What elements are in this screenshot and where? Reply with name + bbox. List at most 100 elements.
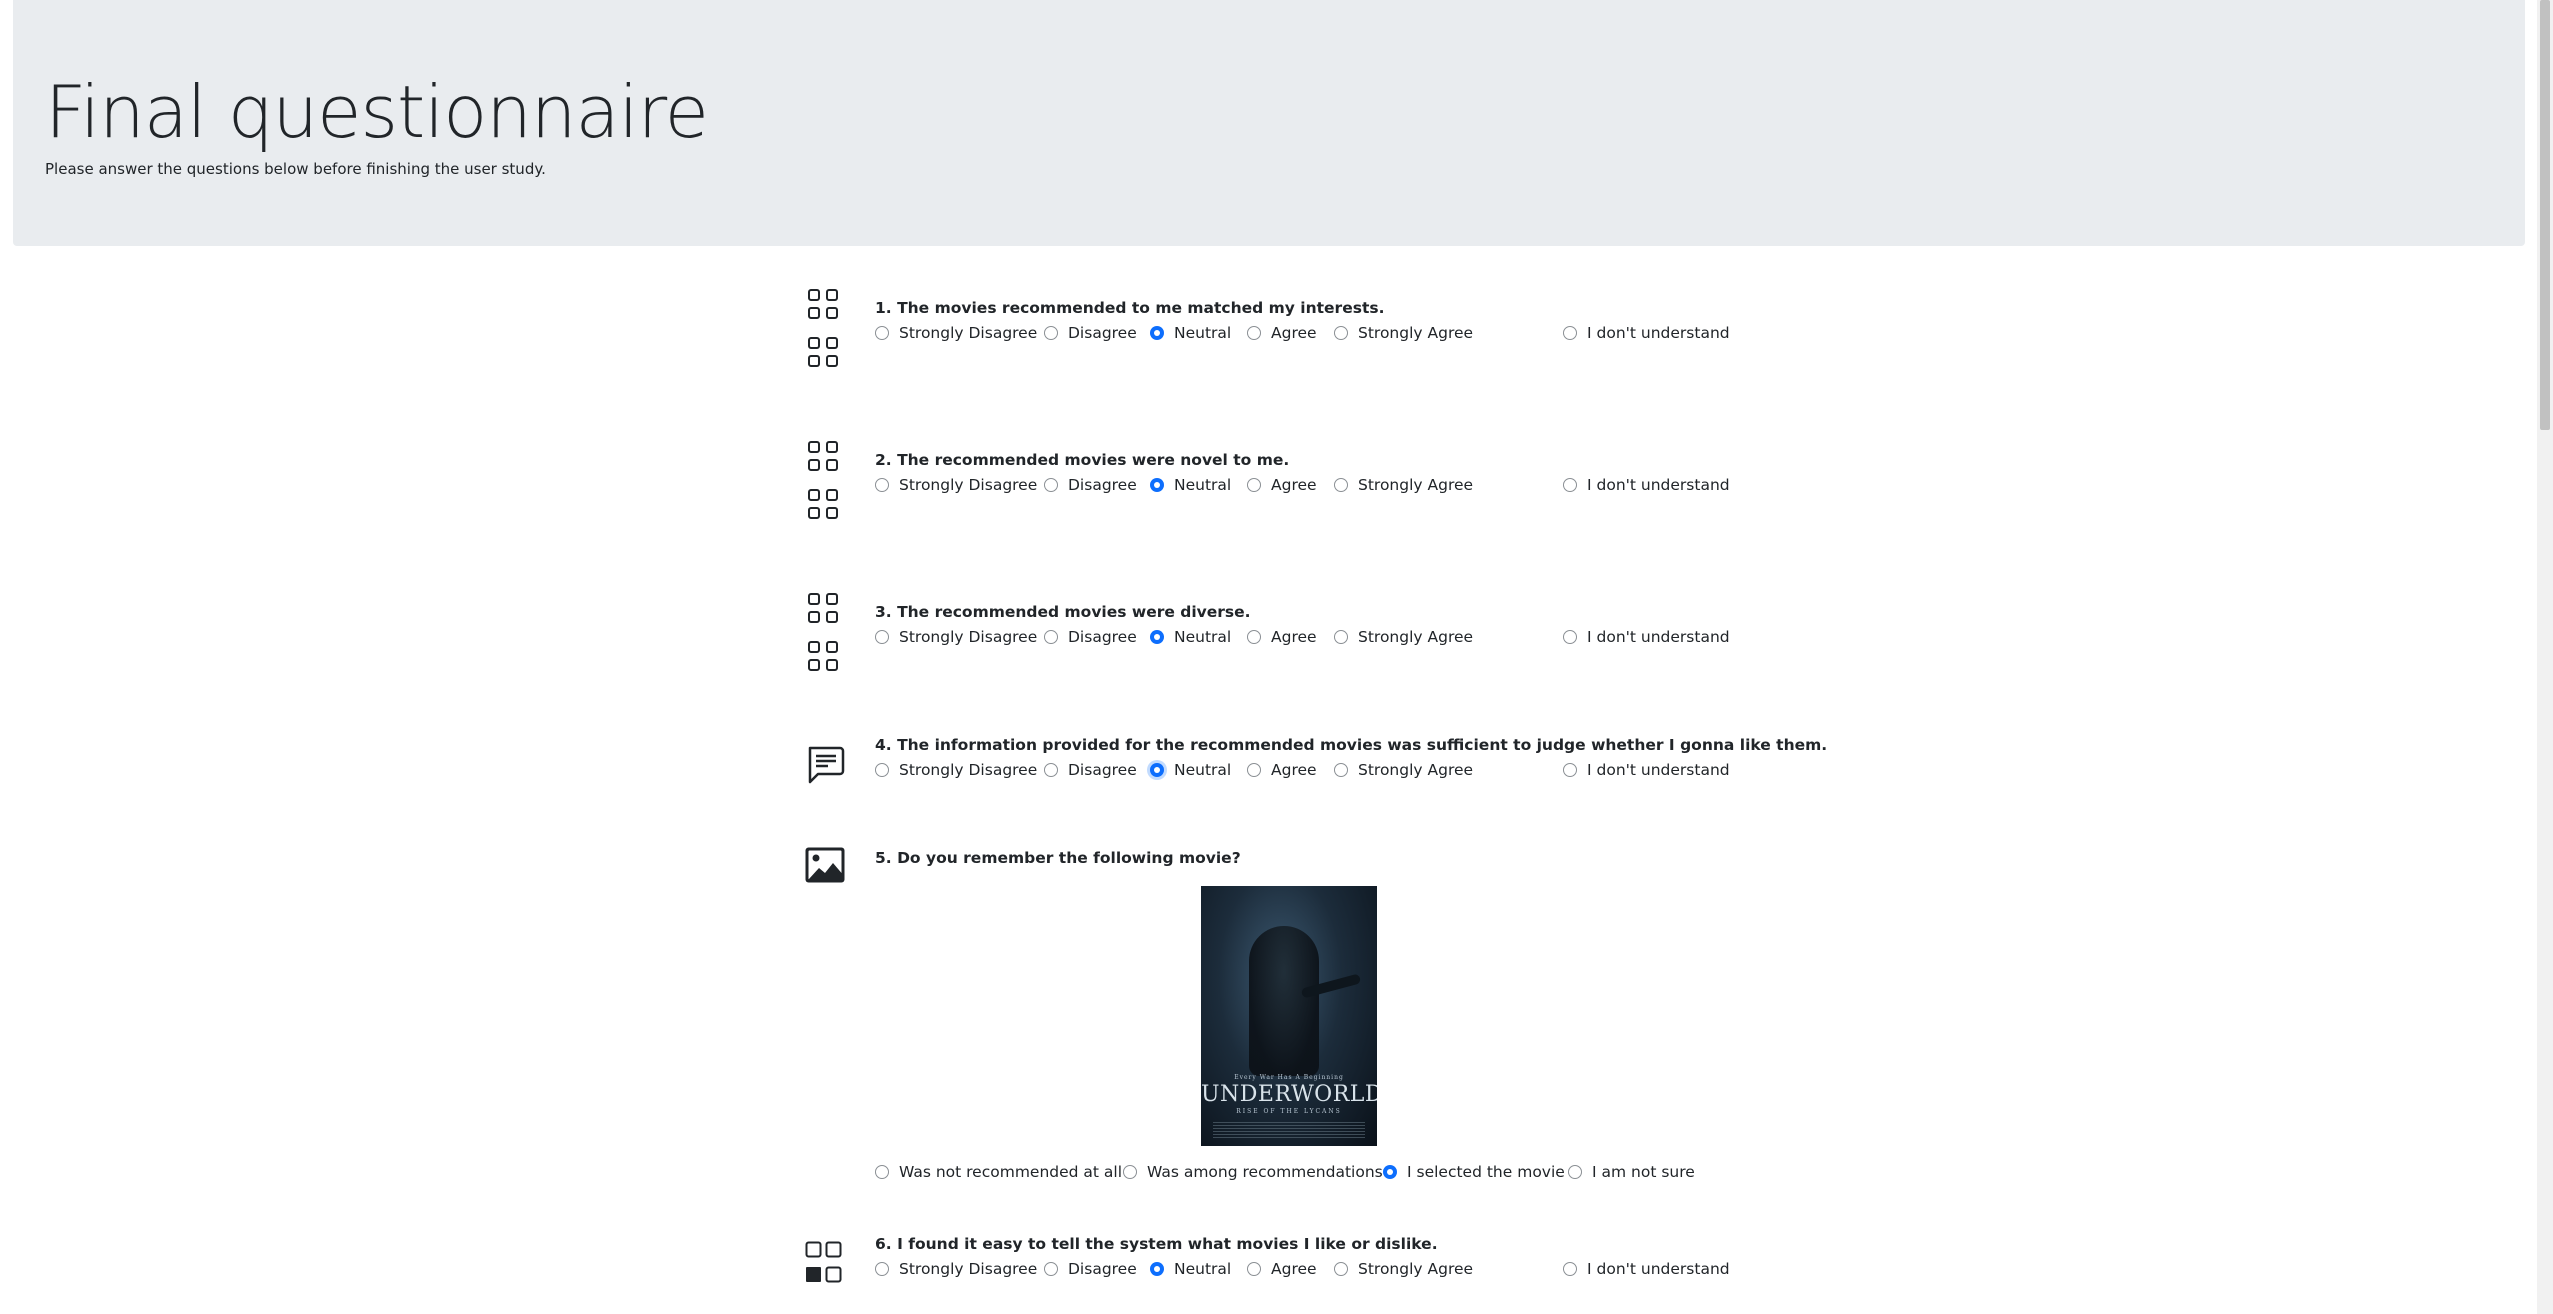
- option-label: Strongly Agree: [1358, 324, 1474, 342]
- movie-poster: Every War Has A Beginning UNDERWORLD RIS…: [1201, 886, 1377, 1146]
- radio-button[interactable]: [875, 478, 889, 492]
- radio-button[interactable]: [875, 630, 889, 644]
- grid-icon: [804, 289, 844, 373]
- option-strongly-agree[interactable]: Strongly Agree: [1334, 1260, 1473, 1278]
- option-agree[interactable]: Agree: [1247, 476, 1317, 494]
- scrollbar[interactable]: [2537, 0, 2553, 1314]
- option-neutral[interactable]: Neutral: [1150, 628, 1231, 646]
- radio-button[interactable]: [1563, 630, 1577, 644]
- option-disagree[interactable]: Disagree: [1044, 761, 1137, 779]
- option-agree[interactable]: Agree: [1247, 1260, 1317, 1278]
- option-among-recommendations[interactable]: Was among recommendations: [1123, 1163, 1383, 1181]
- radio-button[interactable]: [1044, 326, 1058, 340]
- option-label: Disagree: [1068, 628, 1137, 646]
- radio-button-selected[interactable]: [1150, 478, 1164, 492]
- option-label: Agree: [1271, 1260, 1317, 1278]
- grid-icon: [804, 593, 844, 677]
- option-strongly-agree[interactable]: Strongly Agree: [1334, 324, 1473, 342]
- radio-button[interactable]: [1044, 630, 1058, 644]
- option-not-recommended[interactable]: Was not recommended at all: [875, 1163, 1122, 1181]
- radio-button[interactable]: [1568, 1165, 1582, 1179]
- option-label: Neutral: [1174, 761, 1232, 779]
- radio-button[interactable]: [1247, 630, 1261, 644]
- option-neutral[interactable]: Neutral: [1150, 1260, 1231, 1278]
- radio-button-selected[interactable]: [1383, 1165, 1397, 1179]
- radio-button[interactable]: [1563, 763, 1577, 777]
- radio-button-selected[interactable]: [1150, 763, 1164, 777]
- option-dont-understand[interactable]: I don't understand: [1563, 1260, 1730, 1278]
- option-agree[interactable]: Agree: [1247, 761, 1317, 779]
- radio-button[interactable]: [1044, 478, 1058, 492]
- option-disagree[interactable]: Disagree: [1044, 1260, 1137, 1278]
- option-label: I don't understand: [1587, 324, 1730, 342]
- option-dont-understand[interactable]: I don't understand: [1563, 324, 1730, 342]
- option-disagree[interactable]: Disagree: [1044, 324, 1137, 342]
- option-label: Disagree: [1068, 761, 1137, 779]
- radio-button[interactable]: [1334, 630, 1348, 644]
- radio-button[interactable]: [1334, 1262, 1348, 1276]
- radio-button[interactable]: [1334, 763, 1348, 777]
- option-neutral[interactable]: Neutral: [1150, 476, 1231, 494]
- option-agree[interactable]: Agree: [1247, 324, 1317, 342]
- radio-button[interactable]: [1247, 478, 1261, 492]
- option-strongly-disagree[interactable]: Strongly Disagree: [875, 476, 1037, 494]
- option-disagree[interactable]: Disagree: [1044, 476, 1137, 494]
- option-agree[interactable]: Agree: [1247, 628, 1317, 646]
- question-title: 2. The recommended movies were novel to …: [875, 451, 1290, 469]
- radio-button-selected[interactable]: [1150, 326, 1164, 340]
- option-label: Neutral: [1174, 628, 1232, 646]
- option-label: Disagree: [1068, 1260, 1137, 1278]
- radio-button[interactable]: [1563, 326, 1577, 340]
- option-label: Agree: [1271, 628, 1317, 646]
- option-not-sure[interactable]: I am not sure: [1568, 1163, 1695, 1181]
- option-neutral[interactable]: Neutral: [1150, 324, 1231, 342]
- option-label: Neutral: [1174, 324, 1232, 342]
- radio-button-selected[interactable]: [1150, 1262, 1164, 1276]
- radio-button[interactable]: [1123, 1165, 1137, 1179]
- poster-credits: [1213, 1120, 1365, 1138]
- option-label: I am not sure: [1592, 1163, 1695, 1181]
- option-label: Strongly Agree: [1358, 628, 1474, 646]
- option-strongly-disagree[interactable]: Strongly Disagree: [875, 761, 1037, 779]
- radio-button[interactable]: [1563, 1262, 1577, 1276]
- option-dont-understand[interactable]: I don't understand: [1563, 628, 1730, 646]
- option-label: I don't understand: [1587, 628, 1730, 646]
- question-3: 3. The recommended movies were diverse. …: [0, 0, 2553, 671]
- option-label: Strongly Agree: [1358, 761, 1474, 779]
- radio-button[interactable]: [875, 763, 889, 777]
- option-label: Neutral: [1174, 476, 1232, 494]
- page-subtitle: Please answer the questions below before…: [45, 160, 546, 178]
- option-label: Agree: [1271, 476, 1317, 494]
- option-strongly-agree[interactable]: Strongly Agree: [1334, 761, 1473, 779]
- scrollbar-thumb[interactable]: [2540, 0, 2550, 430]
- option-neutral[interactable]: Neutral: [1150, 761, 1231, 779]
- radio-button[interactable]: [1334, 326, 1348, 340]
- option-dont-understand[interactable]: I don't understand: [1563, 761, 1730, 779]
- radio-button[interactable]: [1247, 326, 1261, 340]
- radio-button[interactable]: [1247, 1262, 1261, 1276]
- option-selected-movie[interactable]: I selected the movie: [1383, 1163, 1565, 1181]
- radio-button[interactable]: [875, 326, 889, 340]
- option-label: Disagree: [1068, 476, 1137, 494]
- radio-button[interactable]: [875, 1165, 889, 1179]
- option-label: Strongly Disagree: [899, 1260, 1038, 1278]
- option-strongly-agree[interactable]: Strongly Agree: [1334, 476, 1473, 494]
- radio-button[interactable]: [1044, 1262, 1058, 1276]
- option-strongly-disagree[interactable]: Strongly Disagree: [875, 1260, 1037, 1278]
- image-icon: [804, 846, 846, 888]
- radio-button[interactable]: [1044, 763, 1058, 777]
- option-dont-understand[interactable]: I don't understand: [1563, 476, 1730, 494]
- option-label: Strongly Disagree: [899, 476, 1038, 494]
- radio-button[interactable]: [875, 1262, 889, 1276]
- option-strongly-agree[interactable]: Strongly Agree: [1334, 628, 1473, 646]
- option-strongly-disagree[interactable]: Strongly Disagree: [875, 628, 1037, 646]
- option-strongly-disagree[interactable]: Strongly Disagree: [875, 324, 1037, 342]
- radio-button[interactable]: [1563, 478, 1577, 492]
- option-disagree[interactable]: Disagree: [1044, 628, 1137, 646]
- radio-button-selected[interactable]: [1150, 630, 1164, 644]
- radio-button[interactable]: [1334, 478, 1348, 492]
- chat-text-icon: [804, 744, 846, 790]
- question-title: 6. I found it easy to tell the system wh…: [875, 1235, 1438, 1253]
- radio-button[interactable]: [1247, 763, 1261, 777]
- option-label: Strongly Disagree: [899, 324, 1038, 342]
